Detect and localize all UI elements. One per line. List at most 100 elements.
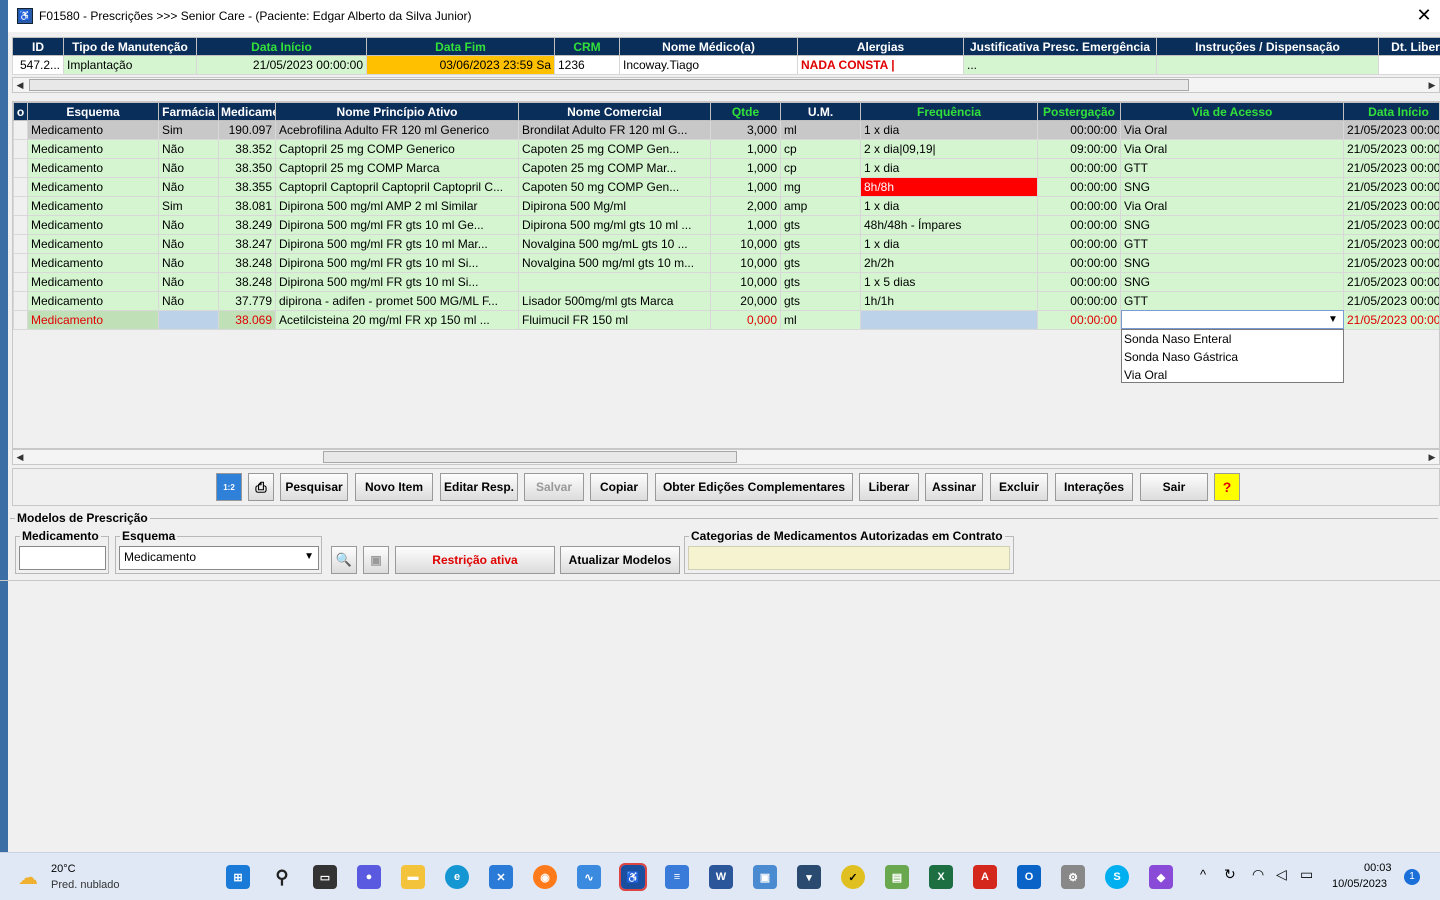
cell-esquema[interactable]: Medicamento	[27, 215, 159, 235]
notepad-icon[interactable]: ≡	[665, 865, 689, 889]
excel-icon[interactable]: X	[929, 865, 953, 889]
cell-comercial[interactable]: Capoten 25 mg COMP Mar...	[518, 158, 711, 178]
cell-principio[interactable]: Dipirona 500 mg/ml FR gts 10 ml Mar...	[275, 234, 519, 254]
cell-alergias[interactable]: NADA CONSTA |	[797, 55, 964, 75]
cell-data-inicio[interactable]: 21/05/2023 00:00	[1343, 291, 1439, 311]
cell-via-acesso[interactable]: SNG	[1120, 272, 1344, 292]
cell-farmacia[interactable]: Não	[158, 253, 219, 273]
col-data-inicio[interactable]: Data Início	[196, 37, 367, 56]
cell-medicamento[interactable]: 38.081	[218, 196, 276, 216]
cell-comercial[interactable]: Capoten 50 mg COMP Gen...	[518, 177, 711, 197]
cell-farmacia[interactable]: Sim	[158, 120, 219, 140]
col-farmacia[interactable]: Farmácia	[158, 102, 219, 121]
visual-studio-icon[interactable]: ◆	[1149, 865, 1173, 889]
excluir-button[interactable]: Excluir	[990, 473, 1048, 501]
cell-postergacao[interactable]: 00:00:00	[1037, 215, 1121, 235]
obter-edicoes-button[interactable]: Obter Edições Complementares	[655, 473, 853, 501]
chat-icon[interactable]: ●	[357, 865, 381, 889]
cell-postergacao[interactable]: 09:00:00	[1037, 139, 1121, 159]
cell-esquema[interactable]: Medicamento	[27, 158, 159, 178]
sync-icon[interactable]: ↻	[1224, 866, 1236, 883]
cell-postergacao[interactable]: 00:00:00	[1037, 253, 1121, 273]
via-acesso-select[interactable]: ▼	[1121, 310, 1344, 329]
check-icon[interactable]: ✓	[841, 865, 865, 889]
battery-icon[interactable]: ▭	[1300, 866, 1313, 883]
wifi-icon[interactable]: ◠	[1252, 866, 1264, 883]
col-data-inicio-item[interactable]: Data Início	[1343, 102, 1439, 121]
col-medicamento[interactable]: Medicame	[218, 102, 276, 121]
print-icon[interactable]: ⎙	[248, 473, 274, 501]
cell-medicamento[interactable]: 37.779	[218, 291, 276, 311]
col-instrucoes[interactable]: Instruções / Dispensação	[1156, 37, 1379, 56]
cell-medicamento[interactable]: 38.069	[218, 310, 276, 330]
salvar-button[interactable]: Salvar	[524, 473, 584, 501]
top-hscrollbar[interactable]: ◀ ▶	[12, 77, 1440, 93]
table-row[interactable]: Medicamento Não 38.248 Dipirona 500 mg/ml F…	[13, 272, 1439, 292]
cell-qtde[interactable]: 0,000	[710, 310, 781, 330]
cell-id[interactable]: 547.2...	[12, 55, 64, 75]
cell-instrucoes[interactable]	[1156, 55, 1379, 75]
cell-um[interactable]: gts	[780, 253, 861, 273]
cell-data-inicio[interactable]: 21/05/2023 00:00	[1343, 253, 1439, 273]
cell-comercial[interactable]: Brondilat Adulto FR 120 ml G...	[518, 120, 711, 140]
table-row[interactable]: Medicamento Não 38.355 Captopril Captopril …	[13, 177, 1439, 197]
cell-comercial[interactable]: Novalgina 500 mg/ml gts 10 m...	[518, 253, 711, 273]
cell-qtde[interactable]: 2,000	[710, 196, 781, 216]
col-via-acesso[interactable]: Via de Acesso	[1120, 102, 1344, 121]
cell-farmacia[interactable]: Não	[158, 215, 219, 235]
chart-icon[interactable]: ▤	[885, 865, 909, 889]
chevron-down-icon[interactable]: ▼	[1325, 312, 1341, 327]
list-icon[interactable]: 1:2	[216, 473, 242, 501]
cell-qtde[interactable]: 10,000	[710, 272, 781, 292]
col-medico[interactable]: Nome Médico(a)	[619, 37, 798, 56]
cell-frequencia[interactable]: 48h/48h - Ímpares	[860, 215, 1038, 235]
cell-um[interactable]: cp	[780, 139, 861, 159]
col-principio[interactable]: Nome Princípio Ativo	[275, 102, 519, 121]
cell-qtde[interactable]: 1,000	[710, 139, 781, 159]
chevron-down-icon[interactable]: ▼	[304, 551, 314, 562]
cell-via-acesso[interactable]: SNG	[1120, 177, 1344, 197]
weather-desc[interactable]: Pred. nublado	[51, 879, 120, 891]
cell-um[interactable]: ml	[780, 310, 861, 330]
cell-qtde[interactable]: 3,000	[710, 120, 781, 140]
help-button[interactable]: ?	[1214, 473, 1240, 501]
cell-um[interactable]: mg	[780, 177, 861, 197]
cell-medicamento[interactable]: 38.248	[218, 253, 276, 273]
cell-data-inicio[interactable]: 21/05/2023 00:00	[1343, 177, 1439, 197]
cell-esquema[interactable]: Medicamento	[27, 196, 159, 216]
cell-via-acesso[interactable]: Via Oral	[1120, 139, 1344, 159]
cell-principio[interactable]: Dipirona 500 mg/ml AMP 2 ml Similar	[275, 196, 519, 216]
cell-farmacia[interactable]: Não	[158, 291, 219, 311]
cell-principio[interactable]: Captopril Captopril Captopril Captopril …	[275, 177, 519, 197]
cell-comercial[interactable]: Fluimucil FR 150 ml	[518, 310, 711, 330]
option-sonda-gastrica[interactable]: Sonda Naso Gástrica	[1122, 348, 1343, 366]
main-hscrollbar[interactable]: ◀ ▶	[12, 449, 1440, 465]
cell-medicamento[interactable]: 190.097	[218, 120, 276, 140]
cell-esquema[interactable]: Medicamento	[27, 291, 159, 311]
remote-icon[interactable]: ▣	[753, 865, 777, 889]
medicamento-input[interactable]	[19, 546, 106, 570]
cell-um[interactable]: gts	[780, 272, 861, 292]
close-icon[interactable]: ✕	[1414, 6, 1434, 26]
search-icon[interactable]: ⚲	[270, 865, 294, 889]
scroll-thumb[interactable]	[323, 451, 737, 463]
cell-postergacao[interactable]: 00:00:00	[1037, 158, 1121, 178]
liberar-button[interactable]: Liberar	[859, 473, 919, 501]
cell-esquema[interactable]: Medicamento	[27, 234, 159, 254]
cell-o[interactable]	[13, 291, 28, 311]
scroll-left-icon[interactable]: ◀	[13, 450, 27, 464]
cell-o[interactable]	[13, 310, 28, 330]
col-qtde[interactable]: Qtde	[710, 102, 781, 121]
cell-principio[interactable]: dipirona - adifen - promet 500 MG/ML F..…	[275, 291, 519, 311]
cell-esquema[interactable]: Medicamento	[27, 253, 159, 273]
sair-button[interactable]: Sair	[1140, 473, 1208, 501]
cell-medicamento[interactable]: 38.249	[218, 215, 276, 235]
table-row[interactable]: Medicamento Não 38.247 Dipirona 500 mg/ml F…	[13, 234, 1439, 254]
cell-tipo[interactable]: Implantação	[63, 55, 197, 75]
senior-app-icon[interactable]: ♿	[619, 863, 647, 891]
col-o[interactable]: o	[13, 102, 28, 121]
cell-dt-liber[interactable]	[1378, 55, 1440, 75]
cell-medicamento[interactable]: 38.248	[218, 272, 276, 292]
cell-via-acesso[interactable]: Via Oral	[1120, 120, 1344, 140]
cell-o[interactable]	[13, 177, 28, 197]
